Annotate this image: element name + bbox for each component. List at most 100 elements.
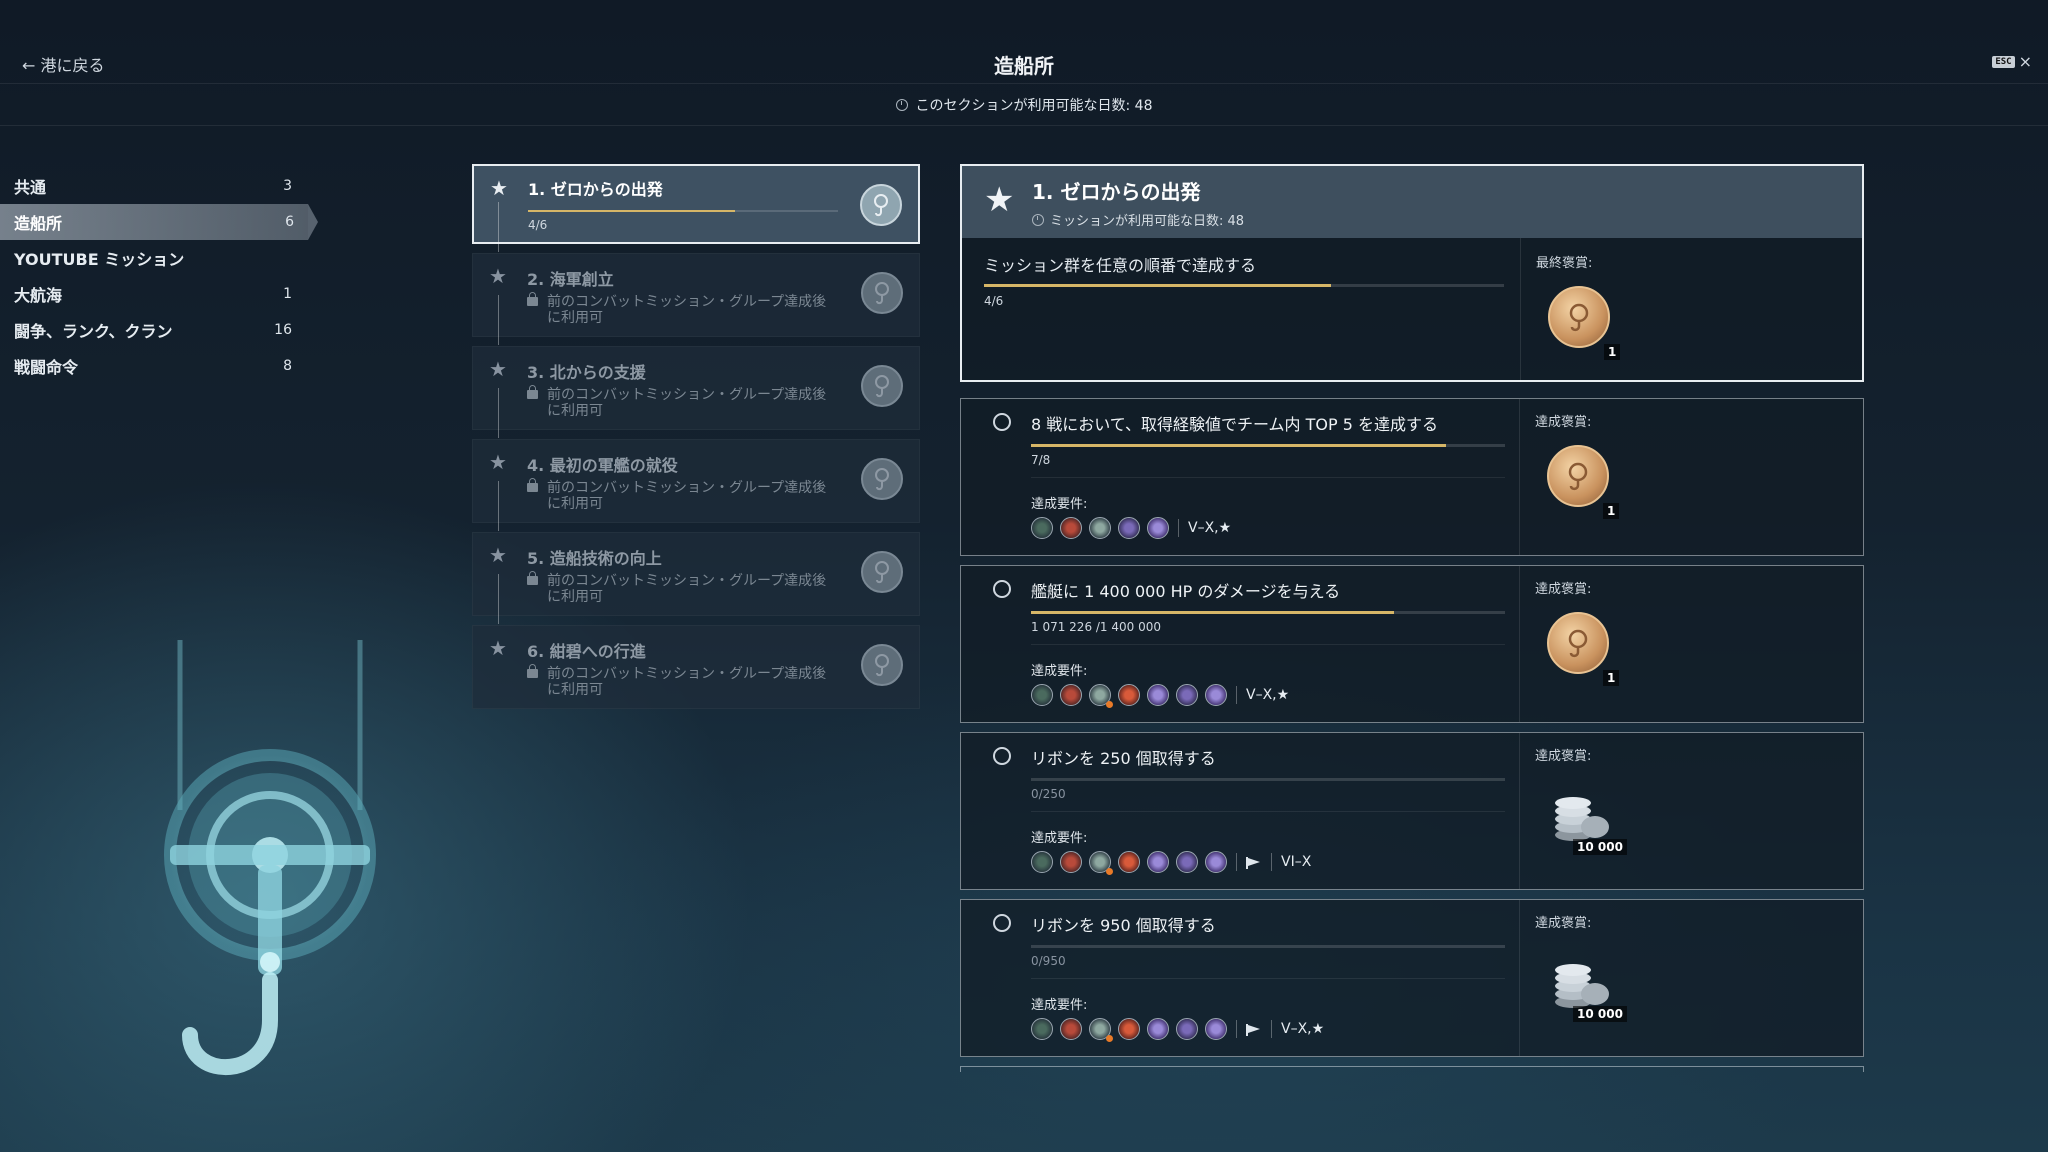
final-reward-label: 最終褒賞: [1536, 256, 1593, 271]
mission-radio[interactable] [993, 413, 1011, 431]
divider [1519, 566, 1520, 722]
mission-progress-bar [1031, 945, 1505, 948]
carrier-class-icon [1176, 684, 1198, 706]
sidebar-item-common[interactable]: 共通 3 [0, 168, 306, 204]
mission-title: リボンを 950 個取得する [1031, 916, 1216, 935]
mission-card: 8 戦において、取得経験値でチーム内 TOP 5 を達成する 7/8 達成要件:… [960, 398, 1864, 556]
special-ship-icon [1147, 1018, 1169, 1040]
requirements-tiers: VI–X [1281, 854, 1312, 870]
sidebar-item-label: 戦闘命令 [14, 358, 79, 377]
mission-group-item[interactable]: ★ 5. 造船技術の向上 前のコンバットミッション・グループ達成後に利用可 [472, 481, 920, 616]
sidebar-item-label: YOUTUBE ミッション [14, 250, 185, 269]
mission-radio[interactable] [993, 747, 1011, 765]
mission-group-progress-bar [528, 210, 838, 212]
mission-group-list: ★ 1. ゼロからの出発 4/6 ★ 2. 海軍創立 前のコンバットミッション・… [472, 164, 920, 718]
detail-days-available: ミッションが利用可能な日数: 48 [1032, 210, 1244, 229]
divider [1519, 900, 1520, 1056]
mission-group-item[interactable]: ★ 1. ゼロからの出発 4/6 [472, 164, 920, 244]
star-icon: ★ [489, 264, 507, 288]
requirements-label: 達成要件: [1031, 998, 1088, 1013]
progress-fill [1031, 611, 1394, 614]
star-icon: ★ [489, 543, 507, 567]
star-icon: ★ [490, 176, 508, 200]
separator [1236, 1020, 1237, 1038]
divider [1519, 733, 1520, 889]
special-ship-icon [1147, 684, 1169, 706]
mission-group-item[interactable]: ★ 2. 海軍創立 前のコンバットミッション・グループ達成後に利用可 [472, 202, 920, 337]
sidebar-item-count: 1 [283, 286, 292, 302]
group-emblem-icon [861, 551, 903, 593]
mission-radio[interactable] [993, 580, 1011, 598]
detail-progress-bar [984, 284, 1504, 287]
group-emblem-icon [861, 365, 903, 407]
mission-radio[interactable] [993, 914, 1011, 932]
destroyer-class-icon [1031, 517, 1053, 539]
sidebar-item-count: 3 [283, 178, 292, 194]
sidebar-item-battles-ranks-clans[interactable]: 闘争、ランク、クラン 16 [0, 312, 306, 348]
submarine-class-icon [1205, 1018, 1227, 1040]
mission-card: 艦艇に 1 400 000 HP のダメージを与える 1 071 226 /1 … [960, 565, 1864, 723]
group-connector-line [498, 388, 499, 438]
divider [1519, 399, 1520, 555]
mission-progress-bar [1031, 611, 1505, 614]
carrier-class-icon [1118, 517, 1140, 539]
close-button[interactable]: ESC × [1992, 52, 2032, 71]
destroyer-class-icon [1031, 1018, 1053, 1040]
mission-group-item[interactable]: ★ 4. 最初の軍艦の就役 前のコンバットミッション・グループ達成後に利用可 [472, 388, 920, 523]
separator [1236, 853, 1237, 871]
divider [1031, 477, 1505, 478]
sidebar-item-label: 造船所 [14, 214, 63, 233]
cruiser-class-icon [1060, 517, 1082, 539]
coin-reward-icon[interactable] [1547, 445, 1609, 507]
detail-progress: 4/6 [984, 294, 1004, 308]
group-connector-line [498, 481, 499, 531]
locked-text: 前のコンバットミッション・グループ達成後に利用可 [547, 480, 827, 512]
locked-text: 前のコンバットミッション・グループ達成後に利用可 [547, 666, 827, 698]
requirements-label: 達成要件: [1031, 497, 1088, 512]
premium-ship-icon [1118, 1018, 1140, 1040]
sidebar-item-youtube[interactable]: YOUTUBE ミッション [0, 240, 306, 276]
battleship-class-icon [1089, 517, 1111, 539]
mission-progress: 1 071 226 /1 400 000 [1031, 620, 1162, 634]
mission-progress: 7/8 [1031, 453, 1051, 467]
top-bar: ← 港に戻る 造船所 ESC × [0, 0, 2048, 84]
mission-group-item[interactable]: ★ 6. 紺碧への行進 前のコンバットミッション・グループ達成後に利用可 [472, 574, 920, 709]
mission-title: リボンを 250 個取得する [1031, 749, 1216, 768]
progress-fill [1031, 444, 1446, 447]
mission-group-progress: 4/6 [528, 218, 548, 232]
separator [1178, 519, 1179, 537]
submarine-class-icon [1205, 851, 1227, 873]
sidebar-item-shipyard[interactable]: 造船所 6 [0, 204, 318, 240]
progress-fill [984, 284, 1331, 287]
submarine-class-icon [1147, 517, 1169, 539]
divider [1031, 978, 1505, 979]
requirements-label: 達成要件: [1031, 831, 1088, 846]
cruiser-class-icon [1060, 684, 1082, 706]
sidebar-item-label: 大航海 [14, 286, 63, 305]
special-ship-icon [1147, 851, 1169, 873]
sidebar-item-combat-orders[interactable]: 戦闘命令 8 [0, 348, 306, 384]
detail-days-text: ミッションが利用可能な日数: 48 [1050, 214, 1245, 229]
destroyer-class-icon [1031, 851, 1053, 873]
requirements-row: VI–X [1031, 851, 1312, 875]
final-reward-qty: 1 [1604, 344, 1621, 360]
locked-text: 前のコンバットミッション・グループ達成後に利用可 [547, 387, 827, 419]
mission-card: リボンを 950 個取得する 0/950 達成要件: V–X,★ 達成褒賞: 1… [960, 899, 1864, 1057]
next-mission-card-edge [960, 1066, 1864, 1072]
sidebar-item-label: 共通 [14, 178, 47, 197]
group-emblem-icon [861, 272, 903, 314]
mission-progress: 0/250 [1031, 787, 1066, 801]
battle-type-flag-icon [1246, 1024, 1262, 1036]
reward-label: 達成褒賞: [1535, 916, 1592, 931]
detail-header: ★ 1. ゼロからの出発 ミッションが利用可能な日数: 48 [962, 166, 1862, 238]
divider [1031, 644, 1505, 645]
mission-group-name: 2. 海軍創立 [527, 270, 614, 289]
section-days-available: このセクションが利用可能な日数: 48 [915, 97, 1153, 114]
carrier-class-icon [1176, 851, 1198, 873]
coin-reward-icon[interactable] [1548, 286, 1610, 348]
coin-reward-icon[interactable] [1547, 612, 1609, 674]
mission-group-item[interactable]: ★ 3. 北からの支援 前のコンバットミッション・グループ達成後に利用可 [472, 295, 920, 430]
locked-text: 前のコンバットミッション・グループ達成後に利用可 [547, 294, 827, 326]
sidebar-item-count: 8 [283, 358, 292, 374]
sidebar-item-grand-voyage[interactable]: 大航海 1 [0, 276, 306, 312]
